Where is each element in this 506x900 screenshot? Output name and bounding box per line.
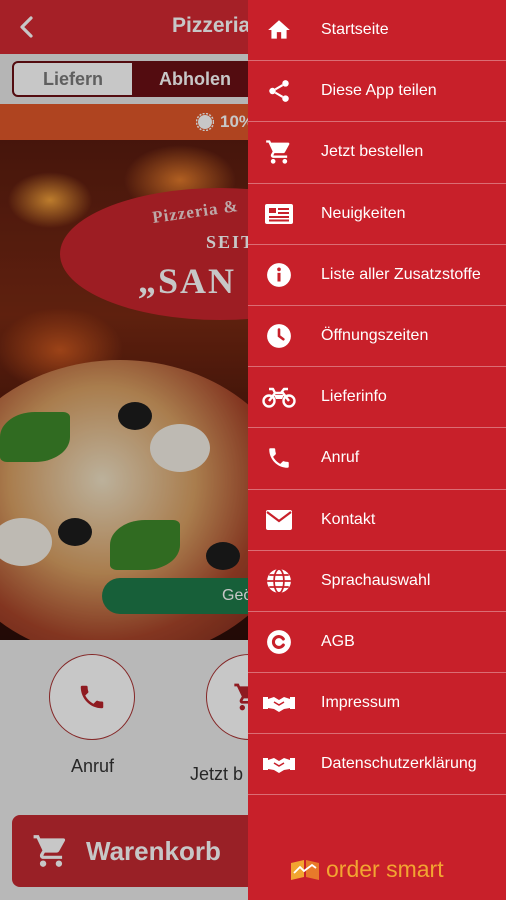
info-icon xyxy=(262,260,296,290)
home-icon xyxy=(262,15,296,45)
news-icon xyxy=(262,199,296,229)
cart-icon xyxy=(262,137,296,167)
menu-item-home[interactable]: Startseite xyxy=(248,0,506,62)
brand-name: order smart xyxy=(326,856,444,882)
menu-label: Öffnungszeiten xyxy=(321,327,429,345)
phone-icon xyxy=(262,443,296,473)
menu-item-order[interactable]: Jetzt bestellen xyxy=(248,122,506,184)
motorbike-icon xyxy=(262,382,296,412)
menu-item-news[interactable]: Neuigkeiten xyxy=(248,184,506,245)
menu-label: Datenschutzerklärung xyxy=(321,755,477,773)
menu-label: Startseite xyxy=(321,21,389,39)
handshake-icon xyxy=(262,688,296,718)
share-icon xyxy=(262,76,296,106)
menu-label: Impressum xyxy=(321,694,401,712)
menu-label: Lieferinfo xyxy=(321,388,387,406)
menu-label: Diese App teilen xyxy=(321,82,437,100)
drawer-menu: Startseite Diese App teilen Jetzt bestel… xyxy=(248,0,506,796)
menu-item-privacy[interactable]: Datenschutzerklärung xyxy=(248,734,506,796)
menu-item-opening-hours[interactable]: Öffnungszeiten xyxy=(248,306,506,368)
order-smart-logo: order smart xyxy=(290,856,444,883)
order-smart-logo-icon xyxy=(291,859,319,880)
mail-icon xyxy=(262,505,296,535)
menu-item-additives[interactable]: Liste aller Zusatzstoffe xyxy=(248,245,506,306)
menu-item-contact[interactable]: Kontakt xyxy=(248,490,506,551)
menu-item-share[interactable]: Diese App teilen xyxy=(248,61,506,123)
menu-label: Neuigkeiten xyxy=(321,204,406,222)
menu-label: Jetzt bestellen xyxy=(321,143,424,161)
menu-label: AGB xyxy=(321,632,355,650)
menu-item-imprint[interactable]: Impressum xyxy=(248,673,506,735)
menu-item-language[interactable]: Sprachauswahl xyxy=(248,551,506,612)
menu-label: Kontakt xyxy=(321,510,376,528)
menu-item-call[interactable]: Anruf xyxy=(248,428,506,490)
clock-icon xyxy=(262,321,296,351)
handshake-icon xyxy=(262,749,296,779)
menu-item-delivery-info[interactable]: Lieferinfo xyxy=(248,367,506,429)
globe-icon xyxy=(262,566,296,596)
navigation-drawer: Startseite Diese App teilen Jetzt bestel… xyxy=(248,0,506,900)
copyright-icon xyxy=(262,627,296,657)
menu-item-terms[interactable]: AGB xyxy=(248,612,506,674)
menu-label: Anruf xyxy=(321,449,360,467)
menu-label: Liste aller Zusatzstoffe xyxy=(321,265,481,283)
menu-label: Sprachauswahl xyxy=(321,571,431,589)
